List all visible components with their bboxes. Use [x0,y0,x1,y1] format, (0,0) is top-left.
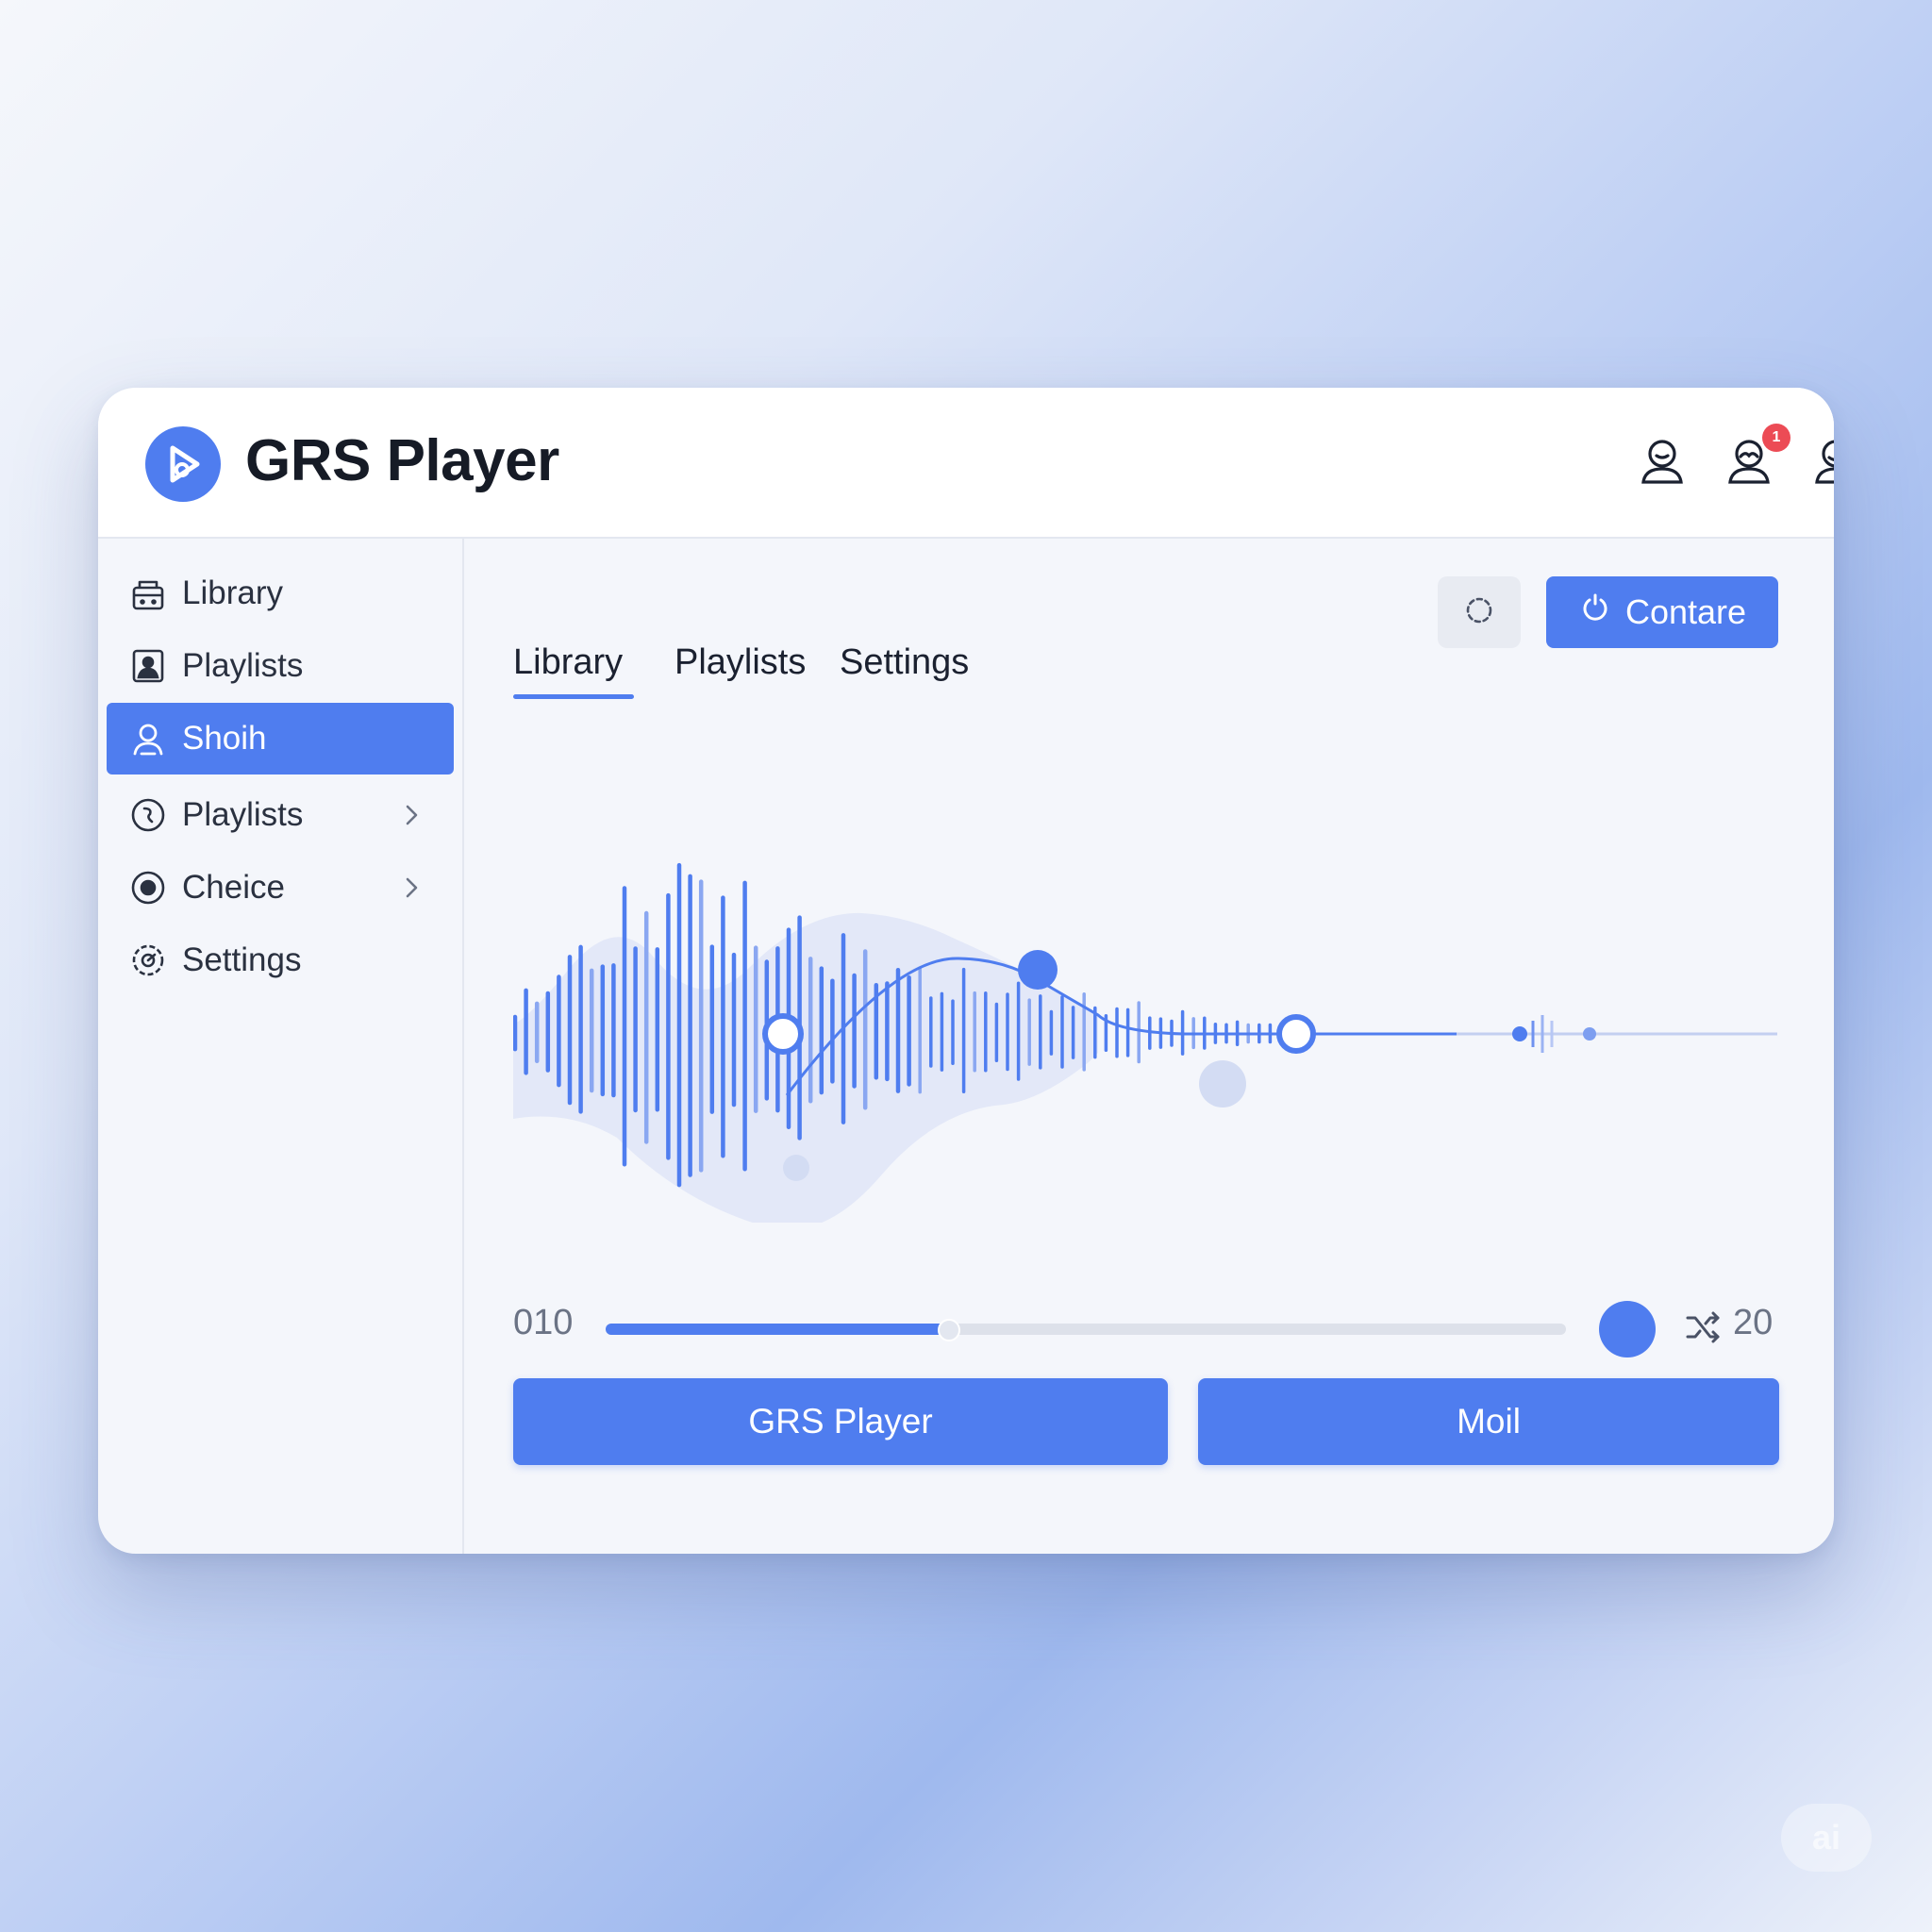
waveform-marker-end[interactable] [1276,1014,1316,1054]
app-window: GRS Player 1 Library Playlists Shoih Pla… [98,388,1834,1554]
waveform-marker-peak[interactable] [1018,950,1058,990]
app-title: GRS Player [245,428,559,493]
sidebar-item-label: Settings [182,941,302,978]
chevron-right-icon[interactable] [397,873,425,901]
power-icon [1578,591,1625,634]
active-tab-indicator [513,694,634,699]
library-icon [129,575,167,612]
portrait-icon [129,647,167,685]
time-current: 010 [513,1303,574,1342]
settings-gear-icon [129,941,167,979]
playlist-circle-icon [129,796,167,834]
sidebar-item-label: Playlists [182,647,304,684]
shuffle-icon[interactable] [1684,1308,1722,1346]
watermark: ai [1781,1804,1872,1872]
sidebar-item-label: Shoih [182,720,267,757]
moil-button[interactable]: Moil [1198,1378,1779,1465]
volume-knob[interactable] [1599,1301,1656,1357]
sidebar-item-label: Library [182,575,283,611]
choice-circle-icon [129,869,167,907]
sidebar-item-settings[interactable]: Settings [107,924,454,996]
tab-settings[interactable]: Settings [840,642,969,683]
notification-badge: 1 [1762,424,1790,452]
user-notification-icon[interactable] [1809,435,1834,488]
grs-player-button[interactable]: GRS Player [513,1378,1168,1465]
waveform-visualization[interactable] [513,732,1777,1223]
progress-fill [606,1324,948,1335]
chevron-right-icon[interactable] [397,800,425,828]
tab-library[interactable]: Library [513,642,623,683]
user-icon[interactable] [1636,435,1689,488]
refresh-button[interactable] [1438,576,1521,648]
contare-button-label: Contare [1624,592,1747,631]
play-logo-icon [145,426,221,502]
waveform-ghost-dot [1199,1060,1246,1108]
app-header: GRS Player 1 [98,388,1834,539]
sidebar-item-label: Cheice [182,869,285,906]
sidebar-item-label: Playlists [182,796,304,833]
contare-button[interactable]: Contare [1546,576,1778,648]
sidebar-item-playlists[interactable]: Playlists [107,630,454,702]
time-total: 20 [1733,1303,1774,1342]
user-icon [129,720,167,758]
sidebar-item-shoih[interactable]: Shoih [107,703,454,774]
sidebar: Library Playlists Shoih Playlists Cheice… [98,539,464,1554]
sidebar-item-library[interactable]: Library [107,558,454,629]
waveform-ghost-dot [783,1155,809,1181]
tab-playlists[interactable]: Playlists [675,642,806,683]
refresh-icon [1462,593,1496,632]
waveform-marker-start[interactable] [762,1013,804,1055]
progress-knob[interactable] [938,1319,961,1341]
progress-slider[interactable] [606,1319,1566,1341]
sidebar-item-playlists-expand[interactable]: Playlists [107,779,454,851]
sidebar-item-cheice[interactable]: Cheice [107,852,454,924]
